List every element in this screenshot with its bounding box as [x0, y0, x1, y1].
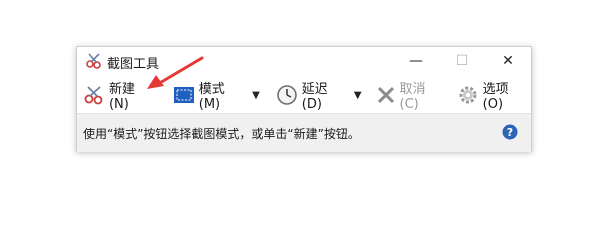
options-button[interactable]: 选项(O)	[455, 82, 531, 112]
cancel-button[interactable]: 取消(C)	[374, 82, 447, 112]
cancel-x-icon	[377, 86, 394, 104]
status-text: 使用“模式”按钮选择截图模式，或单击“新建”按钮。	[83, 127, 360, 141]
red-pointer-arrow-annotation	[147, 56, 204, 89]
delay-button[interactable]: 延迟(D) ▼	[274, 82, 364, 112]
minimize-button[interactable]: —	[393, 47, 439, 75]
status-bar: 使用“模式”按钮选择截图模式，或单击“新建”按钮。 ?	[77, 113, 531, 152]
svg-text:?: ?	[507, 126, 513, 139]
delay-button-label: 延迟(D)	[301, 82, 328, 112]
gear-icon	[459, 86, 477, 104]
options-button-label: 选项(O)	[482, 82, 509, 112]
maximize-button[interactable]: ☐	[439, 47, 485, 75]
mode-dropdown-arrow[interactable]: ▼	[252, 90, 260, 101]
scissors-icon	[84, 86, 103, 105]
clock-icon	[276, 85, 297, 105]
cancel-button-label: 取消(C)	[399, 82, 426, 112]
delay-dropdown-arrow[interactable]: ▼	[354, 90, 362, 101]
snipping-tool-app-icon	[86, 53, 101, 69]
close-button[interactable]: ✕	[485, 47, 531, 75]
help-icon[interactable]: ?	[502, 124, 518, 140]
